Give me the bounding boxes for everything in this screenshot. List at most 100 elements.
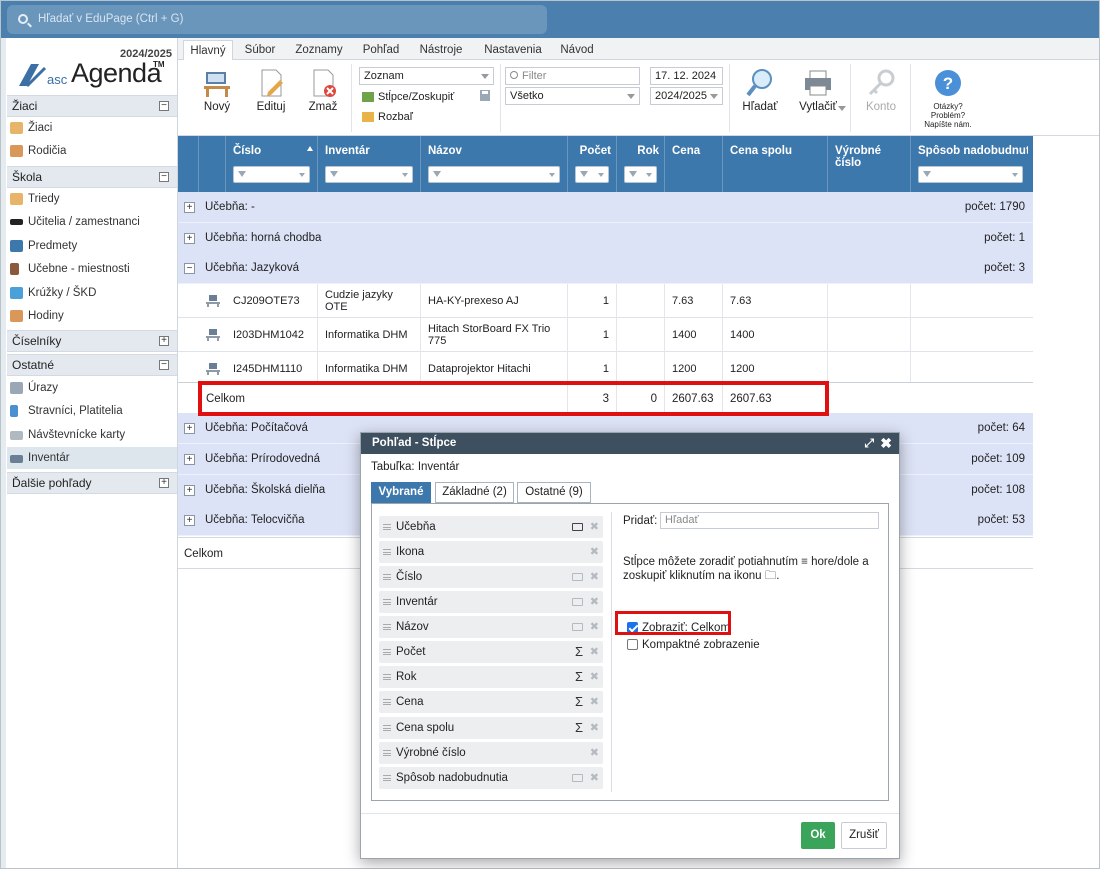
- column-item[interactable]: Cena Σ ✖: [379, 691, 603, 713]
- compact-view-checkbox[interactable]: Kompaktné zobrazenie: [627, 638, 760, 652]
- tab-nastroje[interactable]: Nástroje: [416, 40, 466, 60]
- tab-subor[interactable]: Súbor: [238, 40, 282, 60]
- sidebar-item-stravnici[interactable]: Stravníci, Platitelia: [7, 400, 177, 422]
- drag-handle-icon[interactable]: [383, 649, 391, 655]
- expand-icon[interactable]: +: [159, 336, 169, 346]
- sidebar-item-predmety[interactable]: Predmety: [7, 235, 177, 257]
- header-pocet[interactable]: Počet: [568, 136, 617, 192]
- view-select[interactable]: Zoznam: [359, 67, 494, 85]
- drag-handle-icon[interactable]: [383, 599, 391, 605]
- filter-select[interactable]: Všetko: [505, 87, 640, 105]
- expand-icon[interactable]: +: [184, 485, 195, 496]
- sidebar-item-hodiny[interactable]: Hodiny: [7, 305, 177, 327]
- group-folder-icon[interactable]: [572, 774, 583, 782]
- drag-handle-icon[interactable]: [383, 549, 391, 555]
- expand-icon[interactable]: +: [159, 478, 169, 488]
- group-row[interactable]: + Učebňa: horná chodba počet: 1: [178, 223, 1033, 254]
- group-folder-icon[interactable]: [572, 598, 583, 606]
- collapse-icon[interactable]: −: [184, 263, 195, 274]
- tab-hlavny[interactable]: Hlavný: [183, 40, 233, 60]
- cancel-button[interactable]: Zrušiť: [841, 822, 887, 849]
- header-cena[interactable]: Cena: [665, 136, 723, 192]
- sidebar-item-kruzky[interactable]: Krúžky / ŠKD: [7, 282, 177, 304]
- sidebar-section-dalsie-pohlady[interactable]: Ďalšie pohľady +: [7, 472, 177, 494]
- tab-pohlad[interactable]: Pohľad: [356, 40, 406, 60]
- sum-icon[interactable]: Σ: [575, 666, 583, 688]
- group-row[interactable]: + Učebňa: - počet: 1790: [178, 192, 1033, 223]
- global-search-input[interactable]: Hľadať v EduPage (Ctrl + G): [7, 5, 547, 34]
- group-folder-icon[interactable]: [572, 523, 583, 531]
- drag-handle-icon[interactable]: [383, 775, 391, 781]
- header-nazov[interactable]: Názov: [421, 136, 568, 192]
- tab-zakladne[interactable]: Základné (2): [435, 482, 514, 503]
- sum-icon[interactable]: Σ: [575, 641, 583, 663]
- ok-button[interactable]: Ok: [801, 822, 835, 849]
- maximize-icon[interactable]: ⤢: [864, 433, 874, 454]
- column-item[interactable]: Číslo ✖: [379, 566, 603, 588]
- header-rok[interactable]: Rok: [617, 136, 665, 192]
- help-button[interactable]: ? Otázky? Problém? Napíšte nám.: [923, 66, 973, 129]
- group-folder-icon[interactable]: [572, 573, 583, 581]
- edit-button[interactable]: Edituj: [250, 66, 292, 126]
- date-input[interactable]: 17. 12. 2024: [650, 67, 723, 85]
- sidebar-item-ziaci[interactable]: Žiaci: [7, 117, 177, 139]
- sidebar-section-ostatne[interactable]: Ostatné −: [7, 354, 177, 376]
- expand-icon[interactable]: +: [184, 202, 195, 213]
- remove-icon[interactable]: ✖: [590, 742, 599, 764]
- sidebar-section-ciselniky[interactable]: Číselníky +: [7, 330, 177, 352]
- print-button[interactable]: Vytlačiť: [790, 66, 846, 126]
- expand-icon[interactable]: +: [184, 423, 195, 434]
- collapse-icon[interactable]: −: [159, 101, 169, 111]
- sidebar-item-inventar[interactable]: Inventár: [7, 447, 177, 469]
- header-sposob-nadobudnutia[interactable]: Spôsob nadobudnutia: [911, 136, 1033, 192]
- filter-cislo[interactable]: [233, 166, 310, 183]
- tab-ostatne[interactable]: Ostatné (9): [517, 482, 591, 503]
- column-item[interactable]: Počet Σ ✖: [379, 641, 603, 663]
- remove-icon[interactable]: ✖: [590, 717, 599, 739]
- header-vyrobne-cislo[interactable]: Výrobné číslo: [828, 136, 911, 192]
- add-column-search-input[interactable]: Hľadať: [660, 512, 879, 529]
- remove-icon[interactable]: ✖: [590, 566, 599, 588]
- column-item[interactable]: Učebňa ✖: [379, 516, 603, 538]
- sum-icon[interactable]: Σ: [575, 691, 583, 713]
- sidebar-item-rodicia[interactable]: Rodičia: [7, 140, 177, 162]
- close-icon[interactable]: ✖: [880, 433, 892, 454]
- filter-nazov[interactable]: [428, 166, 560, 183]
- group-row[interactable]: − Učebňa: Jazyková počet: 3: [178, 253, 1033, 284]
- asc-agenda-logo[interactable]: 2024/2025 asc Agenda TM: [15, 46, 175, 94]
- group-folder-icon[interactable]: [572, 623, 583, 631]
- filter-input[interactable]: Filter: [505, 67, 640, 85]
- drag-handle-icon[interactable]: [383, 674, 391, 680]
- column-item[interactable]: Názov ✖: [379, 616, 603, 638]
- collapse-icon[interactable]: −: [159, 172, 169, 182]
- columns-group-button[interactable]: Stĺpce/Zoskupiť: [362, 89, 454, 105]
- tab-zoznamy[interactable]: Zoznamy: [290, 40, 348, 60]
- drag-handle-icon[interactable]: [383, 750, 391, 756]
- table-row[interactable]: CJ209OTE73 Cudzie jazyky OTE HA-KY-prexe…: [178, 284, 1033, 318]
- column-item[interactable]: Ikona ✖: [379, 541, 603, 563]
- collapse-icon[interactable]: −: [159, 360, 169, 370]
- sidebar-item-navstevnicke-karty[interactable]: Návštevnícke karty: [7, 424, 177, 446]
- sidebar-section-ziaci[interactable]: Žiaci −: [7, 95, 177, 117]
- header-cena-spolu[interactable]: Cena spolu: [723, 136, 828, 192]
- filter-rok[interactable]: [624, 166, 657, 183]
- sidebar-item-urazy[interactable]: Úrazy: [7, 377, 177, 399]
- remove-icon[interactable]: ✖: [590, 641, 599, 663]
- header-inventar[interactable]: Inventár: [318, 136, 421, 192]
- new-button[interactable]: Nový: [196, 66, 238, 126]
- expand-icon[interactable]: +: [184, 515, 195, 526]
- expand-icon[interactable]: +: [184, 233, 195, 244]
- delete-button[interactable]: Zmaž: [302, 66, 344, 126]
- header-cislo[interactable]: Číslo: [226, 136, 318, 192]
- account-button[interactable]: Konto: [860, 66, 902, 126]
- drag-handle-icon[interactable]: [383, 699, 391, 705]
- column-item[interactable]: Cena spolu Σ ✖: [379, 717, 603, 739]
- column-item[interactable]: Rok Σ ✖: [379, 666, 603, 688]
- dialog-titlebar[interactable]: Pohľad - Stĺpce ⤢ ✖: [361, 433, 899, 454]
- remove-icon[interactable]: ✖: [590, 666, 599, 688]
- tab-nastavenia[interactable]: Nastavenia: [478, 40, 548, 60]
- drag-handle-icon[interactable]: [383, 524, 391, 530]
- table-row[interactable]: I203DHM1042 Informatika DHM Hitach StorB…: [178, 318, 1033, 352]
- sidebar-item-ucebne[interactable]: Učebne - miestnosti: [7, 258, 177, 280]
- tab-vybrane[interactable]: Vybrané: [371, 482, 431, 503]
